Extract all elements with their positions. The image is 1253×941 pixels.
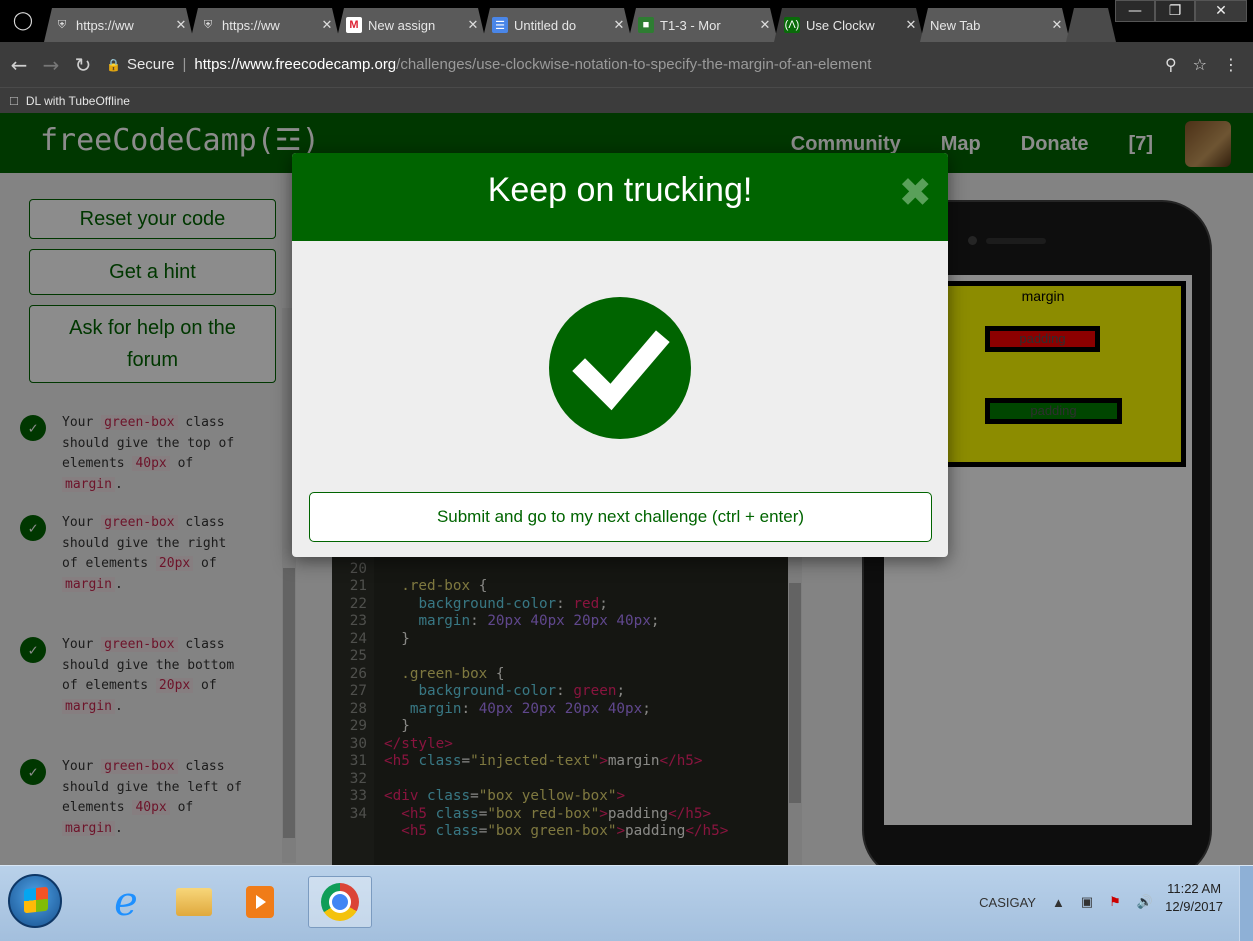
ie-icon: e [114,879,138,925]
tab-close-icon[interactable]: ✕ [174,17,188,33]
url-host: https://www.freecodecamp.org [194,56,397,73]
classroom-icon: ■ [638,17,654,33]
fcc-icon: (Λ) [784,19,800,31]
bookmark-star-icon[interactable]: ☆ [1193,55,1207,74]
tab-7[interactable]: New Tab ✕ [920,8,1070,42]
tab-6-label: Use Clockw [806,17,875,33]
tray-expand-icon[interactable]: ▲ [1052,895,1065,910]
close-icon[interactable]: ✖ [898,173,932,213]
ie-taskbar-button[interactable]: e [98,876,154,928]
tab-strip: ◯ ⛨ https://ww ✕ ⛨ https://ww ✕ M New as… [0,0,1253,42]
incognito-icon: ◯ [12,10,34,31]
volume-icon[interactable]: 🔊 [1137,894,1153,910]
action-center-icon[interactable]: ⚑ [1109,894,1121,910]
success-check-icon [549,297,691,439]
media-player-taskbar-button[interactable] [232,876,288,928]
back-icon[interactable]: ← [6,53,32,77]
browser-toolbar: ← → ↻ 🔒 Secure | https://www.freecodecam… [0,42,1253,87]
restore-icon[interactable]: ❐ [1155,0,1195,22]
gmail-icon: M [346,17,362,33]
tab-3[interactable]: M New assign ✕ [336,8,486,42]
tab-2[interactable]: ⛨ https://ww ✕ [190,8,340,42]
forward-icon[interactable]: → [38,53,64,77]
page-icon: □ [10,93,18,108]
secure-label: Secure [126,56,175,73]
windows-logo-icon [24,886,48,914]
clock-time: 11:22 AM [1167,881,1222,896]
tab-close-icon[interactable]: ✕ [1050,17,1064,33]
tab-close-icon[interactable]: ✕ [904,17,918,33]
bookmark-tubeoffline[interactable]: DL with TubeOffline [26,94,130,108]
network-icon[interactable]: ▣ [1081,894,1093,910]
tab-4-label: Untitled do [514,17,577,33]
tab-7-label: New Tab [930,17,981,33]
reload-icon[interactable]: ↻ [70,53,96,77]
tab-6[interactable]: (Λ) Use Clockw ✕ [774,8,924,42]
url-path: /challenges/use-clockwise-notation-to-sp… [396,56,872,73]
success-modal: Keep on trucking! ✖ Submit and go to my … [292,153,948,557]
shield-icon: ⛨ [57,18,67,31]
folder-icon [176,888,212,916]
submit-next-challenge-button[interactable]: Submit and go to my next challenge (ctrl… [309,492,932,542]
tab-5-label: T1-3 - Mor [660,17,721,33]
tab-1-label: https://ww [76,17,134,33]
lock-icon: 🔒 [106,57,121,72]
explorer-taskbar-button[interactable] [166,876,222,928]
tab-2-label: https://ww [222,17,280,33]
tray-user: CASIGAY [979,894,1036,910]
tab-3-label: New assign [368,17,436,33]
show-desktop-button[interactable] [1239,866,1253,941]
window-close-icon[interactable]: ✕ [1195,0,1247,22]
tab-close-icon[interactable]: ✕ [466,17,480,33]
window-controls: — ❐ ✕ [1115,0,1247,22]
margin-label: margin [1021,288,1065,304]
tab-4[interactable]: ☰ Untitled do ✕ [482,8,632,42]
modal-header: Keep on trucking! ✖ [292,153,948,241]
start-button[interactable] [8,874,62,928]
system-tray: CASIGAY ▲ ▣ ⚑ 🔊 [979,894,1153,910]
clock-date: 12/9/2017 [1165,899,1223,914]
media-player-icon [246,886,274,918]
new-tab-button[interactable] [1066,8,1116,42]
modal-title: Keep on trucking! [487,171,753,209]
tab-5[interactable]: ■ T1-3 - Mor ✕ [628,8,778,42]
windows-taskbar: e CASIGAY ▲ ▣ ⚑ 🔊 11:22 AM 12/9/2017 [0,865,1253,941]
bookmarks-bar: □ DL with TubeOffline [0,87,1253,113]
chrome-icon [321,883,359,921]
address-bar[interactable]: 🔒 Secure | https://www.freecodecamp.org … [106,49,1165,81]
tab-close-icon[interactable]: ✕ [320,17,334,33]
url-separator: | [182,56,187,73]
tab-close-icon[interactable]: ✕ [758,17,772,33]
zoom-icon[interactable]: ⚲ [1165,55,1177,74]
shield-icon: ⛨ [203,18,213,31]
minimize-icon[interactable]: — [1115,0,1155,22]
menu-icon[interactable]: ⋮ [1223,55,1239,74]
tab-close-icon[interactable]: ✕ [612,17,626,33]
chrome-taskbar-button[interactable] [308,876,372,928]
tab-1[interactable]: ⛨ https://ww ✕ [44,8,194,42]
page-content: freeCodeCamp(☲) Community Map Donate [7]… [0,113,1253,865]
taskbar-clock[interactable]: 11:22 AM 12/9/2017 [1165,880,1223,916]
docs-icon: ☰ [492,17,508,33]
